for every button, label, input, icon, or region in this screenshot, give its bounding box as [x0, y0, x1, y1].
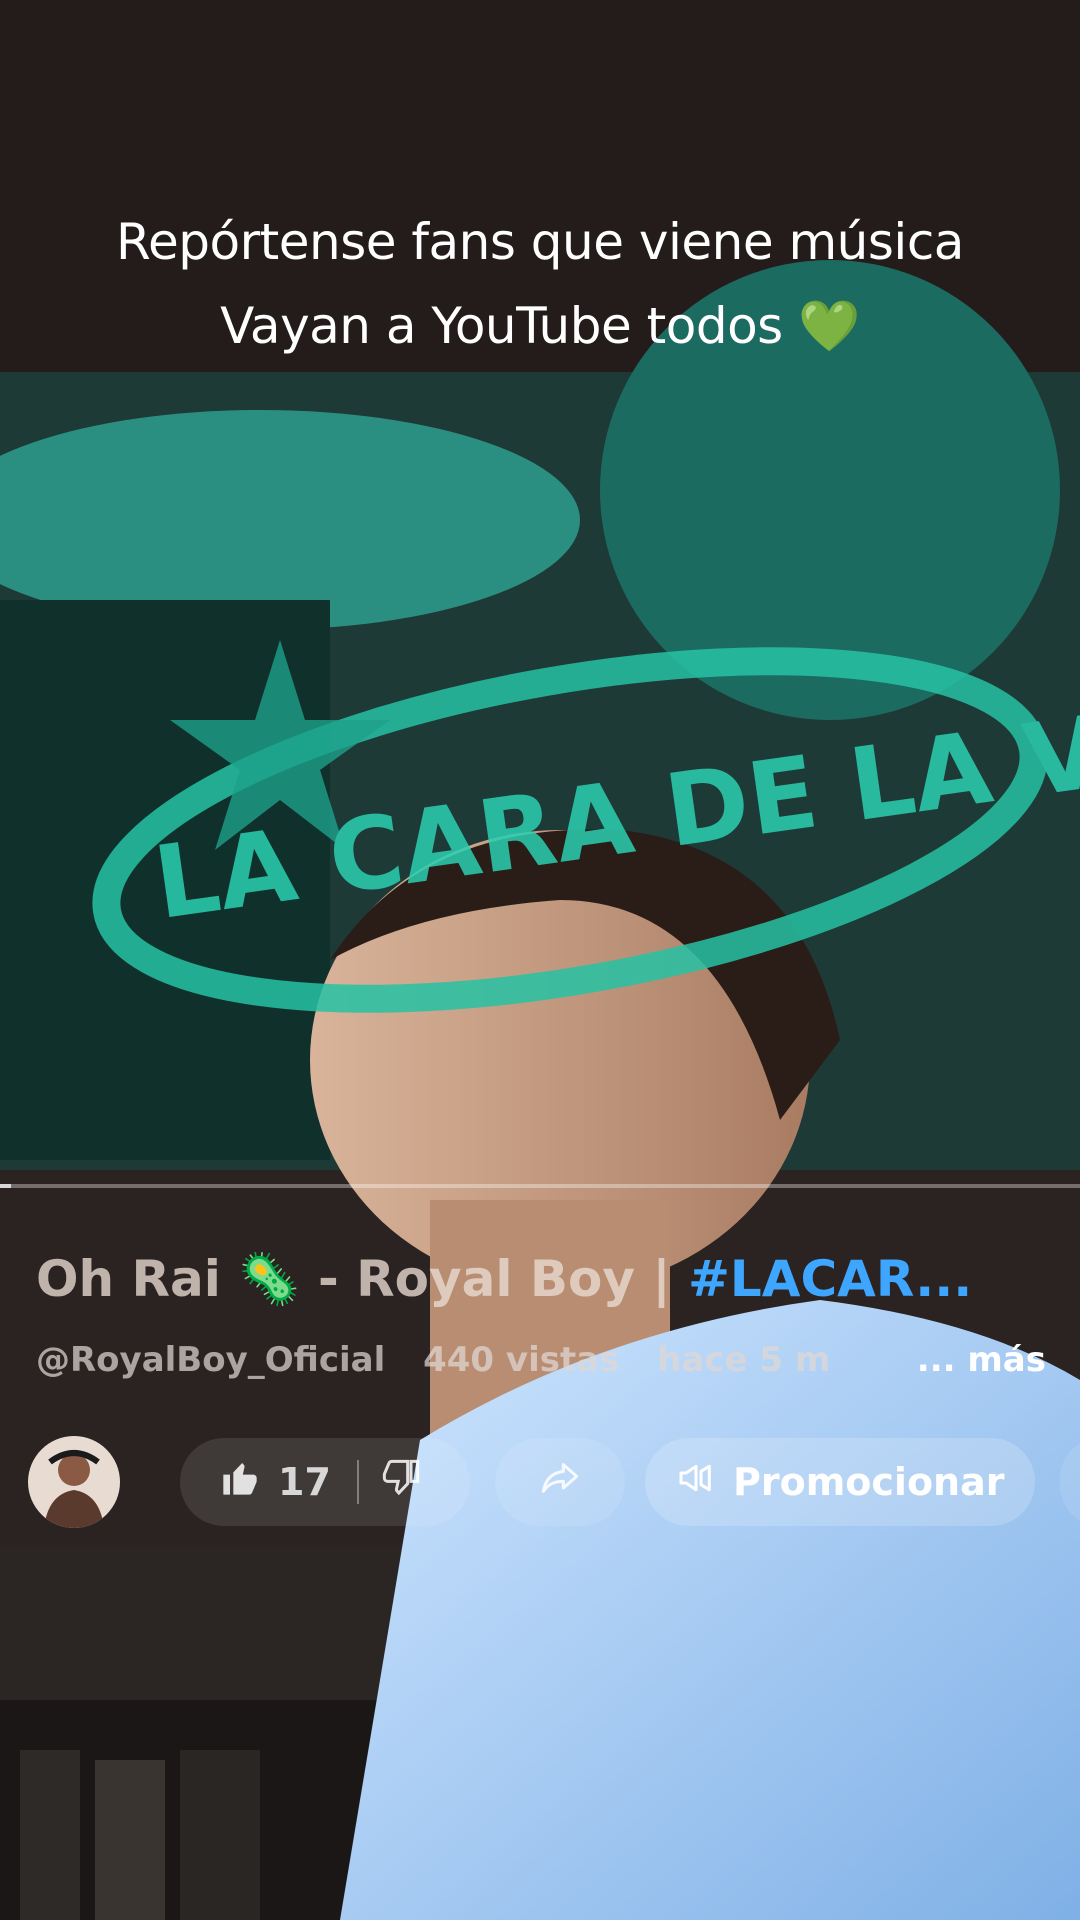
video-caption: Repórtense fans que viene música Vayan a… — [0, 200, 1080, 368]
more-button[interactable]: ... más — [917, 1340, 1046, 1380]
video-title-middle: - Royal Boy | — [300, 1250, 689, 1308]
more-actions-button[interactable] — [1060, 1438, 1080, 1526]
channel-handle[interactable]: @RoyalBoy_Oficial — [36, 1340, 385, 1380]
video-meta: @RoyalBoy_Oficial 440 vistas hace 5 m ..… — [36, 1340, 1046, 1396]
green-heart-icon: 💚 — [798, 297, 860, 355]
like-count: 17 — [278, 1460, 331, 1504]
caption-line-2-text: Vayan a YouTube todos — [220, 297, 783, 355]
promote-label: Promocionar — [733, 1460, 1005, 1504]
video-title[interactable]: Oh Rai 🦠 - Royal Boy | #LACAR... — [36, 1250, 1046, 1320]
microbe-icon: 🦠 — [238, 1250, 301, 1308]
megaphone-icon — [675, 1458, 717, 1507]
channel-avatar[interactable] — [28, 1436, 120, 1528]
screen: LA CARA DE LA V Repórtense fans que vien… — [0, 0, 1080, 1920]
like-dislike-pill: 17 — [180, 1438, 470, 1526]
caption-line-2: Vayan a YouTube todos 💚 — [0, 284, 1080, 368]
view-count: 440 vistas — [423, 1340, 620, 1380]
avatar-icon — [28, 1436, 120, 1528]
thumbs-up-icon[interactable] — [220, 1458, 260, 1507]
action-bar: 17 Promocionar — [0, 1430, 1080, 1540]
video-title-prefix: Oh Rai — [36, 1250, 221, 1308]
upload-age: hace 5 m — [657, 1340, 831, 1380]
video-progress-fill — [0, 1184, 11, 1188]
caption-line-1: Repórtense fans que viene música — [116, 213, 964, 271]
thumbs-down-icon[interactable] — [381, 1458, 421, 1507]
like-divider — [356, 1460, 359, 1504]
share-icon — [537, 1458, 583, 1507]
promote-button[interactable]: Promocionar — [645, 1438, 1035, 1526]
share-button[interactable] — [495, 1438, 625, 1526]
video-progress-bar[interactable] — [0, 1184, 1080, 1188]
video-title-hashtag[interactable]: #LACAR... — [688, 1250, 972, 1308]
